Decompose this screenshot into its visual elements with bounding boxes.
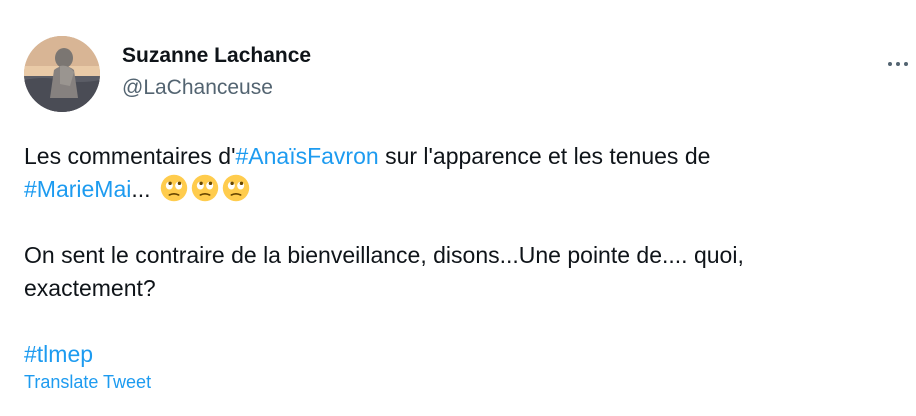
rolling-eyes-emoji-icon <box>222 174 250 202</box>
rolling-eyes-emoji-icon <box>191 174 219 202</box>
hashtag-link-tlmep[interactable]: #tlmep <box>24 341 93 367</box>
tweet-text-segment: sur l'apparence et les tenues de <box>378 143 711 169</box>
hashtag-link-anaisfavron[interactable]: #AnaïsFavron <box>235 143 378 169</box>
tweet-text: Les commentaires d'#AnaïsFavron sur l'ap… <box>24 140 904 371</box>
tweet-line-3: On sent le contraire de la bienveillance… <box>24 242 744 268</box>
avatar[interactable] <box>24 36 100 112</box>
tweet-header: Suzanne Lachance @LaChanceuse <box>24 36 916 116</box>
rolling-eyes-emoji-icon <box>160 174 188 202</box>
tweet-card: Suzanne Lachance @LaChanceuse Les commen… <box>0 0 916 416</box>
user-info: Suzanne Lachance @LaChanceuse <box>122 42 311 102</box>
tweet-text-segment: ... <box>131 176 151 202</box>
display-name[interactable]: Suzanne Lachance <box>122 42 311 70</box>
tweet-text-segment: Les commentaires d' <box>24 143 236 169</box>
tweet-line-2: #MarieMai... <box>24 173 904 206</box>
translate-tweet-link[interactable]: Translate Tweet <box>24 370 151 394</box>
tweet-line-1: Les commentaires d'#AnaïsFavron sur l'ap… <box>24 140 904 173</box>
more-options-button[interactable] <box>886 54 916 74</box>
user-handle[interactable]: @LaChanceuse <box>122 74 311 102</box>
tweet-line-5: #tlmep <box>24 338 904 371</box>
tweet-line-4: exactement? <box>24 275 156 301</box>
hashtag-link-mariemai[interactable]: #MarieMai <box>24 176 131 202</box>
profile-photo-icon <box>24 36 100 112</box>
